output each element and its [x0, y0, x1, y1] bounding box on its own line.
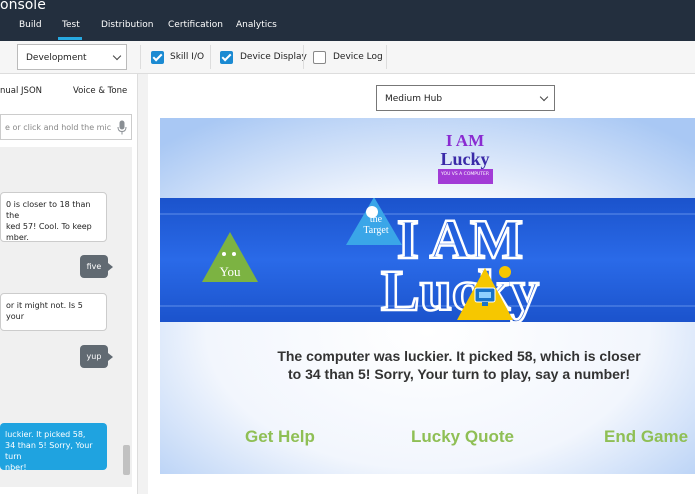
tab-analytics[interactable]: Analytics — [236, 20, 277, 30]
chat-history: 0 is closer to 18 than the ked 57! Cool.… — [0, 147, 132, 487]
target-marker: the Target — [346, 198, 402, 245]
game-message: The computer was luckier. It picked 58, … — [277, 348, 641, 382]
environment-value: Development — [26, 53, 87, 63]
device-value: Medium Hub — [385, 94, 443, 104]
svg-text:I AM: I AM — [446, 131, 484, 150]
you-marker: You — [202, 232, 258, 282]
chevron-down-icon — [539, 92, 549, 102]
utterance-placeholder: e or click and hold the mic — [5, 123, 112, 132]
tab-test[interactable]: Test — [62, 20, 80, 30]
lucky-quote-button[interactable]: Lucky Quote — [411, 427, 514, 447]
chat-scrollbar[interactable] — [122, 153, 131, 483]
skill-io-label: Skill I/O — [170, 52, 205, 62]
bubble-tail — [108, 263, 113, 271]
tab-certification[interactable]: Certification — [168, 20, 223, 30]
device-screen: I AM Lucky YOU VS A COMPUTER I AM Lucky … — [160, 118, 695, 474]
toolbar-divider — [386, 45, 387, 69]
device-log-label: Device Log — [333, 52, 383, 62]
computer-marker — [457, 266, 513, 320]
bubble-tail — [108, 353, 113, 361]
alexa-message: luckier. It picked 58, 34 than 5! Sorry,… — [0, 423, 107, 472]
device-select[interactable]: Medium Hub — [376, 85, 555, 111]
app-title: onsole — [0, 0, 46, 13]
simulator-panel: nual JSON Voice & Tone e or click and ho… — [0, 74, 138, 494]
tab-distribution[interactable]: Distribution — [101, 20, 154, 30]
microphone-icon[interactable] — [117, 120, 127, 135]
device-display-checkbox[interactable] — [220, 51, 233, 64]
scrollbar-thumb[interactable] — [123, 445, 130, 475]
environment-select[interactable]: Development — [17, 44, 127, 70]
svg-text:You: You — [219, 264, 241, 279]
user-message: yup — [80, 345, 108, 368]
alexa-message: 0 is closer to 18 than the ked 57! Cool.… — [0, 192, 107, 242]
chevron-down-icon — [112, 51, 122, 61]
device-display-label: Device Display — [240, 52, 307, 62]
tab-build[interactable]: Build — [19, 20, 42, 30]
top-nav: onsole Build Test Distribution Certifica… — [0, 0, 695, 41]
utterance-input[interactable]: e or click and hold the mic — [0, 114, 132, 140]
device-log-checkbox[interactable] — [313, 51, 326, 64]
toolbar-divider — [210, 45, 211, 69]
game-banner: I AM Lucky You the Target — [160, 198, 695, 322]
toolbar-divider — [303, 45, 304, 69]
device-display-panel: Medium Hub I AM Lucky YOU VS A COMPUTER … — [148, 74, 695, 494]
tab-voice-tone[interactable]: Voice & Tone — [73, 86, 127, 96]
end-game-button[interactable]: End Game — [604, 427, 688, 447]
alexa-message: or it might not. Is 5 your — [0, 293, 107, 331]
skill-io-checkbox[interactable] — [151, 51, 164, 64]
user-message: five — [80, 255, 108, 278]
active-tab-indicator — [58, 37, 82, 40]
svg-text:YOU VS A COMPUTER: YOU VS A COMPUTER — [440, 171, 489, 177]
tab-manual-json[interactable]: nual JSON — [0, 86, 42, 96]
test-toolbar: Development Skill I/O Device Display Dev… — [0, 41, 695, 74]
svg-text:Lucky: Lucky — [440, 149, 489, 169]
game-logo: I AM Lucky YOU VS A COMPUTER — [438, 131, 493, 184]
get-help-button[interactable]: Get Help — [245, 427, 315, 447]
toolbar-divider — [140, 45, 141, 69]
